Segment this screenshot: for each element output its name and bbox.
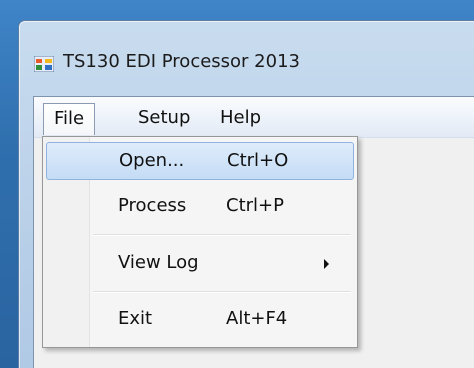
menu-item-shortcut: Ctrl+P — [226, 195, 284, 216]
menu-separator — [93, 291, 351, 293]
menu-item-label: Exit — [118, 308, 153, 329]
menu-bar: File Setup Help — [34, 97, 474, 138]
file-dropdown-menu: Open... Ctrl+O Process Ctrl+P View Log E… — [42, 136, 358, 348]
menu-help[interactable]: Help — [210, 103, 271, 133]
menu-item-exit[interactable]: Exit Alt+F4 — [46, 300, 354, 338]
app-window-icon — [34, 56, 54, 72]
menu-item-process[interactable]: Process Ctrl+P — [46, 187, 354, 225]
menu-item-shortcut: Ctrl+O — [227, 150, 289, 171]
menu-item-open[interactable]: Open... Ctrl+O — [46, 142, 354, 180]
menu-item-view-log[interactable]: View Log — [46, 244, 354, 282]
menu-item-shortcut: Alt+F4 — [226, 308, 288, 329]
title-bar[interactable]: TS130 EDI Processor 2013 — [19, 21, 474, 97]
menu-item-label: View Log — [118, 252, 199, 273]
menu-file[interactable]: File — [43, 103, 96, 135]
menu-item-label: Open... — [119, 150, 185, 171]
submenu-arrow-icon — [324, 259, 329, 269]
menu-item-label: Process — [118, 195, 187, 216]
menu-setup[interactable]: Setup — [128, 103, 200, 133]
menu-separator — [93, 234, 351, 236]
window-title: TS130 EDI Processor 2013 — [63, 51, 300, 72]
